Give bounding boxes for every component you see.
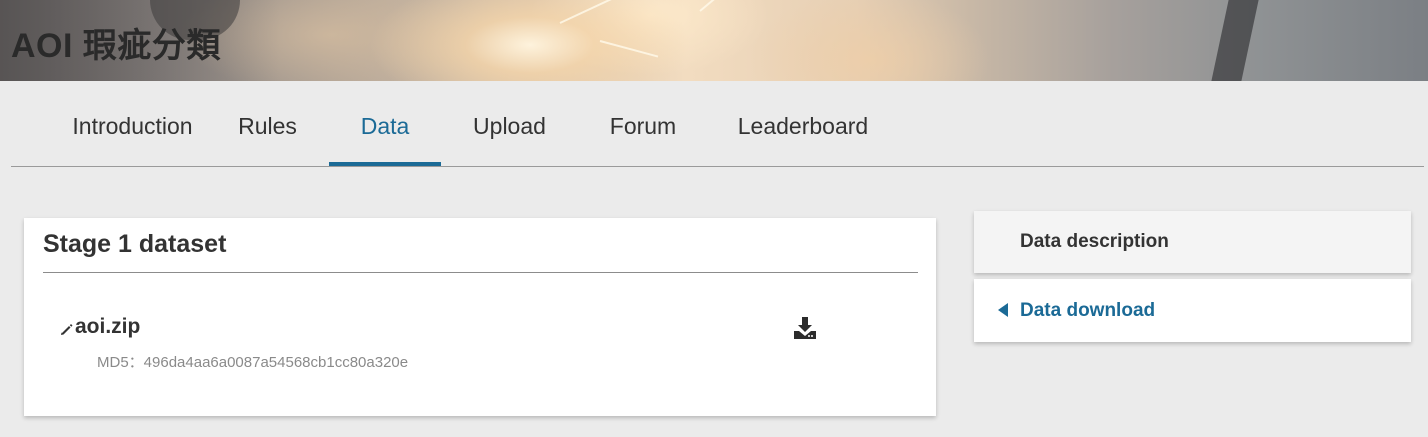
header-banner: AOI 瑕疵分類: [0, 0, 1428, 81]
paperclip-icon: [58, 319, 74, 335]
dataset-title: Stage 1 dataset: [43, 230, 227, 258]
side-nav-label: Data description: [1020, 231, 1169, 252]
tab-leaderboard[interactable]: Leaderboard: [708, 105, 898, 166]
tab-rules[interactable]: Rules: [225, 105, 310, 166]
divider: [43, 272, 918, 273]
tab-upload[interactable]: Upload: [441, 105, 578, 166]
page-title: AOI 瑕疵分類: [11, 27, 221, 65]
tab-data[interactable]: Data: [329, 105, 441, 166]
side-nav-label: Data download: [1020, 300, 1156, 321]
file-md5: MD5：496da4aa6a0087a54568cb1cc80a320e: [97, 354, 409, 371]
download-icon[interactable]: [793, 316, 817, 340]
side-nav-data-description[interactable]: Data description: [974, 211, 1411, 273]
file-item[interactable]: aoi.zip: [58, 315, 140, 339]
banner-decoration: [559, 0, 624, 24]
dataset-panel: Stage 1 dataset aoi.zip MD5：496da4aa6a00…: [24, 218, 936, 416]
tab-bar: Introduction Rules Data Upload Forum Lea…: [11, 105, 1424, 167]
banner-decoration: [699, 0, 739, 12]
tab-forum[interactable]: Forum: [578, 105, 708, 166]
file-name[interactable]: aoi.zip: [75, 315, 140, 339]
banner-decoration: [1211, 0, 1259, 81]
banner-decoration: [599, 40, 659, 58]
side-nav-data-download[interactable]: Data download: [974, 279, 1411, 342]
caret-left-icon: [998, 303, 1008, 317]
tab-introduction[interactable]: Introduction: [40, 105, 225, 166]
